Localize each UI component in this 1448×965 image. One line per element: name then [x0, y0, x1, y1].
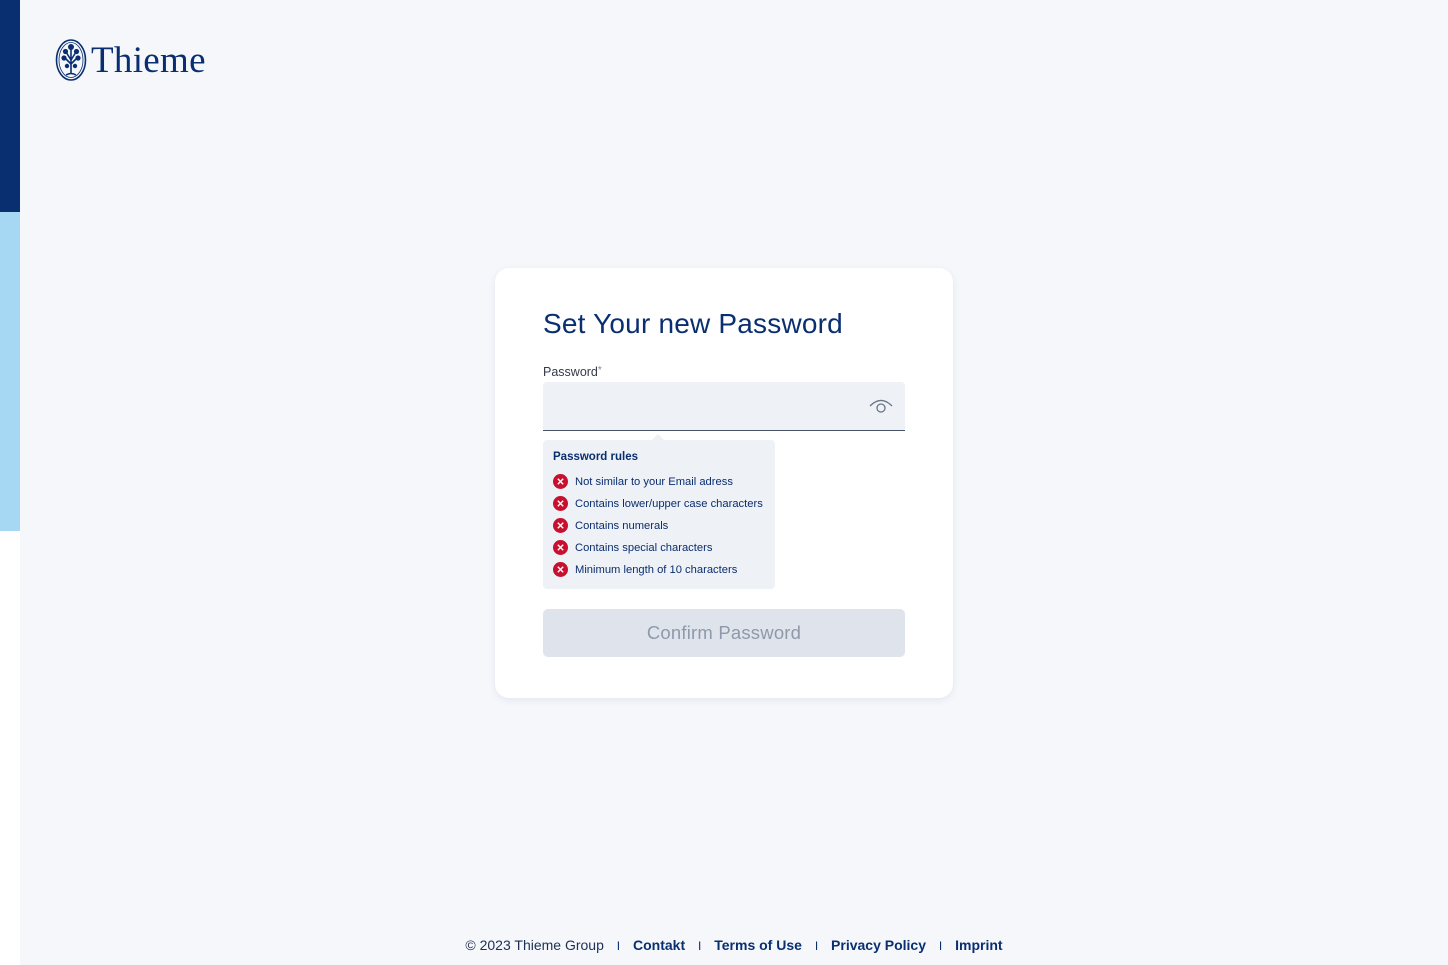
- rule-item: Contains numerals: [553, 518, 668, 533]
- footer-separator: I: [698, 939, 702, 953]
- required-marker: *: [597, 365, 602, 376]
- side-stripe-light: [0, 212, 20, 531]
- rule-label: Minimum length of 10 characters: [575, 563, 738, 576]
- rule-label: Contains lower/upper case characters: [575, 497, 763, 510]
- password-label-text: Password: [543, 365, 598, 379]
- password-rules-panel: Password rules Not similar to your Email…: [543, 434, 775, 589]
- error-x-icon: [553, 562, 568, 577]
- rule-item: Contains lower/upper case characters: [553, 496, 763, 511]
- error-x-icon: [553, 518, 568, 533]
- thieme-logo[interactable]: Thieme: [55, 38, 206, 82]
- rules-caret: [651, 434, 665, 441]
- password-input[interactable]: [543, 382, 877, 428]
- rule-item: Not similar to your Email adress: [553, 474, 733, 489]
- logo-wordmark: Thieme: [91, 39, 206, 81]
- footer-link-terms[interactable]: Terms of Use: [714, 937, 802, 953]
- error-x-icon: [553, 496, 568, 511]
- page-title: Set Your new Password: [543, 308, 843, 339]
- confirm-password-button[interactable]: Confirm Password: [543, 609, 905, 657]
- copyright: © 2023 Thieme Group: [465, 937, 604, 953]
- rule-label: Not similar to your Email adress: [575, 475, 733, 488]
- password-field: [543, 382, 905, 431]
- rule-label: Contains numerals: [575, 519, 669, 532]
- rules-title: Password rules: [553, 451, 639, 463]
- tree-icon: [55, 39, 87, 81]
- error-x-icon: [553, 540, 568, 555]
- side-stripe-white: [0, 531, 20, 965]
- footer-link-imprint[interactable]: Imprint: [955, 937, 1002, 953]
- footer: © 2023 Thieme Group I Contakt I Terms of…: [0, 937, 1448, 953]
- footer-link-privacy[interactable]: Privacy Policy: [831, 937, 926, 953]
- footer-separator: I: [616, 939, 621, 953]
- rule-item: Contains special characters: [553, 540, 712, 555]
- password-card: Set Your new Password Password* Password…: [495, 268, 953, 698]
- password-label: Password*: [543, 365, 602, 379]
- eye-icon[interactable]: [868, 396, 894, 416]
- footer-link-contakt[interactable]: Contakt: [633, 937, 685, 953]
- footer-separator: I: [938, 939, 943, 953]
- rule-item: Minimum length of 10 characters: [553, 562, 737, 577]
- footer-separator: I: [814, 939, 819, 953]
- rule-label: Contains special characters: [575, 541, 713, 554]
- error-x-icon: [553, 474, 568, 489]
- side-stripe-dark: [0, 0, 20, 212]
